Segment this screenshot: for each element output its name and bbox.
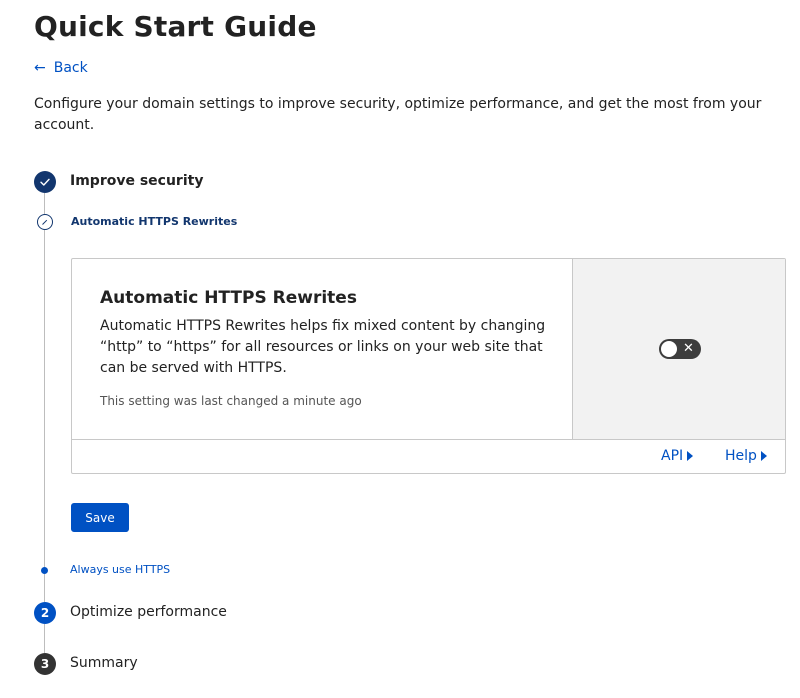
pencil-icon <box>42 219 48 225</box>
step-label-optimize-performance[interactable]: Optimize performance <box>70 604 227 620</box>
caret-right-icon <box>760 451 767 461</box>
progress-rail <box>44 193 45 214</box>
setting-title: Automatic HTTPS Rewrites <box>100 288 357 308</box>
help-link-label: Help <box>725 448 757 464</box>
save-button[interactable]: Save <box>71 503 129 532</box>
substep-link-always-use-https[interactable]: Always use HTTPS <box>70 563 170 576</box>
substep-current-badge <box>37 214 53 230</box>
step-label-improve-security[interactable]: Improve security <box>70 173 203 189</box>
https-rewrites-toggle[interactable]: ✕ <box>659 339 701 359</box>
progress-rail <box>44 574 45 602</box>
api-link-label: API <box>661 448 684 464</box>
setting-last-changed: This setting was last changed a minute a… <box>100 394 362 408</box>
setting-control-panel: ✕ <box>572 259 785 439</box>
close-icon: ✕ <box>683 341 694 356</box>
setting-card-footer: API Help <box>72 439 785 473</box>
step-label-summary[interactable]: Summary <box>70 655 138 671</box>
setting-description: Automatic HTTPS Rewrites helps fix mixed… <box>100 318 546 376</box>
setting-card: Automatic HTTPS Rewrites Automatic HTTPS… <box>71 258 786 474</box>
page-title: Quick Start Guide <box>34 10 317 43</box>
progress-rail <box>44 230 45 567</box>
intro-text: Configure your domain settings to improv… <box>34 96 762 133</box>
help-link[interactable]: Help <box>725 448 767 464</box>
arrow-left-icon: ← <box>34 60 46 76</box>
caret-right-icon <box>687 451 694 461</box>
toggle-knob <box>661 341 677 357</box>
substep-label-current: Automatic HTTPS Rewrites <box>71 215 238 228</box>
back-link[interactable]: ← Back <box>34 60 88 76</box>
step-number-badge: 2 <box>34 602 56 624</box>
step-number-badge: 3 <box>34 653 56 675</box>
check-icon <box>40 178 50 186</box>
setting-card-body: Automatic HTTPS Rewrites Automatic HTTPS… <box>72 259 572 439</box>
api-link[interactable]: API <box>661 448 694 464</box>
progress-rail <box>44 624 45 653</box>
step-complete-badge <box>34 171 56 193</box>
substep-dot <box>41 567 48 574</box>
back-label: Back <box>53 60 88 76</box>
